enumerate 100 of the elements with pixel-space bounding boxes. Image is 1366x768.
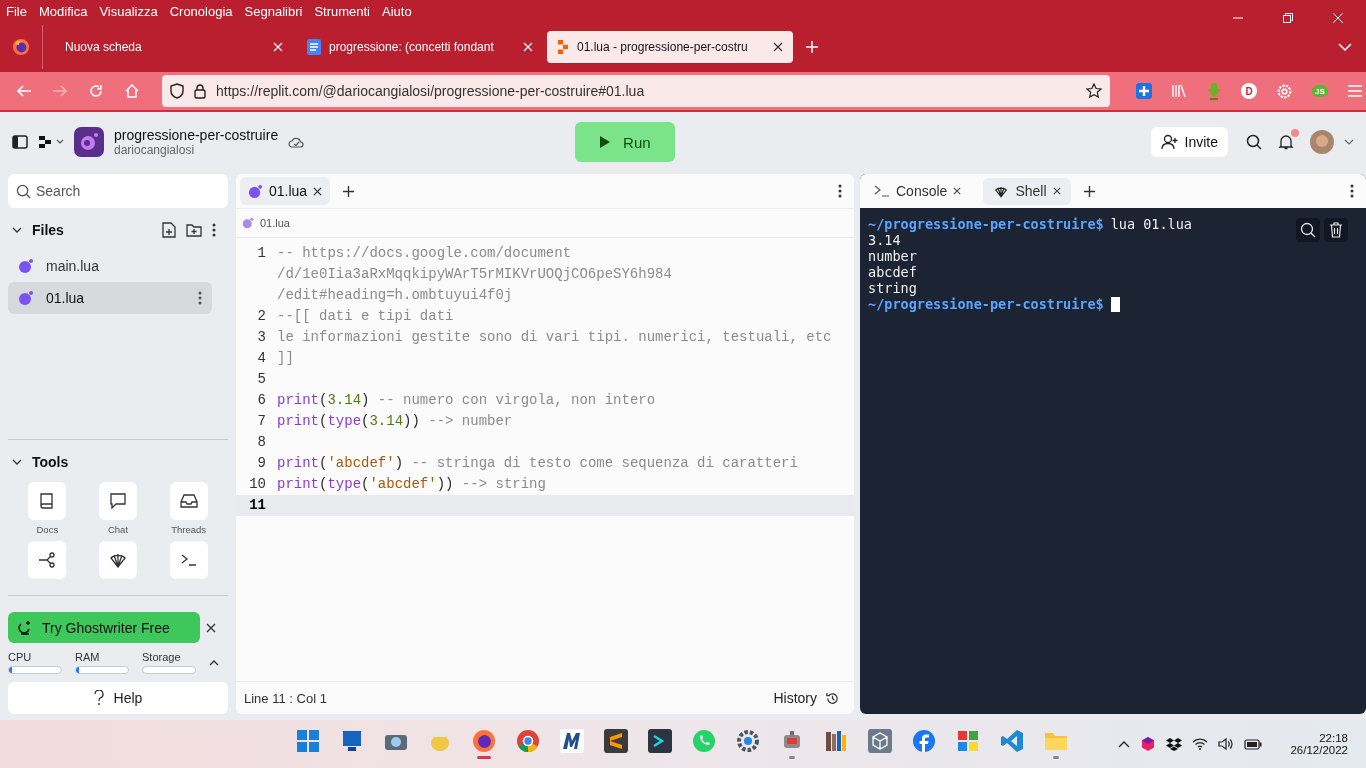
chevron-up-icon[interactable] <box>209 658 219 667</box>
clock-time[interactable]: 22:18 <box>1319 732 1348 744</box>
help-button[interactable]: Help <box>8 682 228 714</box>
meter-label: CPU <box>8 651 33 663</box>
tree-row[interactable]: 01.lua <box>8 282 212 314</box>
line-number: 1 <box>256 244 267 263</box>
library-icon[interactable] <box>1171 83 1187 99</box>
menu-item[interactable]: Segnalibri <box>244 3 303 19</box>
cube-icon[interactable] <box>868 729 892 753</box>
settings-icon[interactable] <box>736 729 760 753</box>
address-bar[interactable]: https://replit.com/@dariocangialosi/progressione-per-costruire#01.lua <box>162 75 1110 107</box>
terminal-icon[interactable] <box>648 729 672 753</box>
project-owner[interactable]: dariocangialosi <box>114 143 279 157</box>
line-number: 11 <box>248 496 267 515</box>
restore-icon[interactable] <box>1282 12 1294 24</box>
browser-tab[interactable]: 01.lua - progressione-per-costru <box>547 31 793 63</box>
ghostwriter-button[interactable]: Try Ghostwriter Free <box>8 612 200 643</box>
sublime-icon[interactable] <box>604 729 628 753</box>
search-icon[interactable] <box>1246 134 1262 150</box>
more-icon[interactable] <box>212 223 216 237</box>
more-icon[interactable] <box>198 291 202 305</box>
tool-button[interactable] <box>99 541 137 579</box>
tab-title: Console <box>896 183 948 199</box>
tree-row[interactable]: main.lua <box>8 250 212 282</box>
monitor-icon[interactable] <box>340 729 364 753</box>
new-folder-icon[interactable] <box>186 223 202 237</box>
wifi-icon[interactable] <box>1192 738 1209 750</box>
breadcrumb[interactable]: 01.lua <box>260 217 290 229</box>
tool-button[interactable] <box>28 541 67 579</box>
new-tab-icon[interactable] <box>805 40 819 54</box>
firefox-icon[interactable] <box>472 729 496 753</box>
menu-item[interactable]: Visualizza <box>99 3 158 19</box>
settings-icon[interactable] <box>1276 82 1293 100</box>
replit-menu-icon[interactable] <box>38 135 64 149</box>
invite-button[interactable]: Invite <box>1150 127 1228 157</box>
code-line: /edit#heading=h.ombtuyui4f0j <box>277 286 514 305</box>
home-icon[interactable] <box>124 83 140 99</box>
search-button[interactable] <box>1296 218 1320 242</box>
add-tab-icon[interactable] <box>1082 184 1096 198</box>
browser-tab[interactable]: progressione: (concetti fondant <box>297 31 543 63</box>
menu-item[interactable]: File <box>6 3 27 19</box>
browser-tab[interactable]: Nuova scheda <box>47 31 293 63</box>
terminal[interactable]: ~/progressione-per-costruire$ lua 01.lua 3.14 number abcdef string ~/progressione-per-costruire$ <box>860 208 1366 714</box>
chat-bubble-icon <box>108 491 128 511</box>
clear-button[interactable] <box>1324 218 1348 242</box>
facebook-icon[interactable] <box>912 729 936 753</box>
bookmark-star-icon[interactable] <box>1086 83 1102 99</box>
section-title[interactable]: Files <box>32 222 64 238</box>
chevron-up-icon[interactable] <box>1118 740 1131 748</box>
books-icon[interactable] <box>824 729 848 753</box>
replit-file-icon <box>242 217 254 229</box>
menu-item[interactable]: Aiuto <box>382 3 412 19</box>
chevron-down-icon[interactable] <box>1344 138 1354 146</box>
close-icon[interactable] <box>206 622 216 633</box>
back-icon[interactable] <box>16 83 32 99</box>
sidebar-toggle-icon[interactable] <box>12 135 28 149</box>
tool-button[interactable] <box>169 482 208 520</box>
battery-icon[interactable] <box>1244 738 1263 750</box>
avatar[interactable] <box>1310 130 1334 154</box>
output-line: 3.14 <box>868 232 901 248</box>
plus-extension-icon[interactable] <box>1136 83 1152 99</box>
speaker-icon[interactable] <box>1218 737 1235 751</box>
menu-item[interactable]: Strumenti <box>314 3 370 19</box>
editor-tab[interactable]: 01.lua <box>240 177 331 205</box>
new-file-icon[interactable] <box>162 222 176 238</box>
more-icon[interactable] <box>1350 184 1354 198</box>
chevron-icon[interactable] <box>12 458 22 466</box>
line-number: 3 <box>256 328 267 347</box>
chevron-icon[interactable] <box>12 226 22 234</box>
tool-button[interactable] <box>28 482 67 520</box>
tiles-icon[interactable] <box>956 729 980 753</box>
search-field[interactable]: Search <box>8 174 228 208</box>
dropbox-icon[interactable] <box>1166 737 1183 751</box>
history-button[interactable]: History <box>767 689 846 707</box>
extension-badge[interactable]: D <box>1241 83 1257 99</box>
section-title[interactable]: Tools <box>32 454 69 470</box>
sparkle-icon <box>18 619 32 636</box>
file-name: 01.lua <box>46 290 86 306</box>
more-icon[interactable] <box>838 184 842 198</box>
bell-icon[interactable] <box>1278 134 1294 150</box>
clock-date[interactable]: 26/12/2022 <box>1290 744 1348 756</box>
reload-icon[interactable] <box>88 83 104 99</box>
chrome-icon[interactable] <box>516 729 540 753</box>
menu-item[interactable]: Modifica <box>38 3 88 19</box>
close-icon[interactable] <box>773 42 783 52</box>
pane-tab[interactable]: Shell <box>983 177 1071 205</box>
code-line: -- https://docs.google.com/document <box>277 244 573 263</box>
cube-icon[interactable] <box>1140 736 1157 752</box>
tool-button[interactable] <box>99 482 137 520</box>
close-icon[interactable] <box>1052 187 1061 195</box>
add-tab-icon[interactable] <box>342 184 356 198</box>
close-icon[interactable] <box>953 187 962 195</box>
pane-tab[interactable]: Console <box>864 177 972 205</box>
project-name[interactable]: progressione-per-costruire <box>114 127 279 143</box>
code-editor-icon[interactable] <box>1000 729 1024 753</box>
menu-item[interactable]: Cronologia <box>169 3 233 19</box>
run-button[interactable]: Run <box>574 122 675 162</box>
windows-start-icon[interactable] <box>296 729 320 753</box>
app-icon[interactable] <box>560 729 584 753</box>
close-icon[interactable] <box>313 186 323 196</box>
